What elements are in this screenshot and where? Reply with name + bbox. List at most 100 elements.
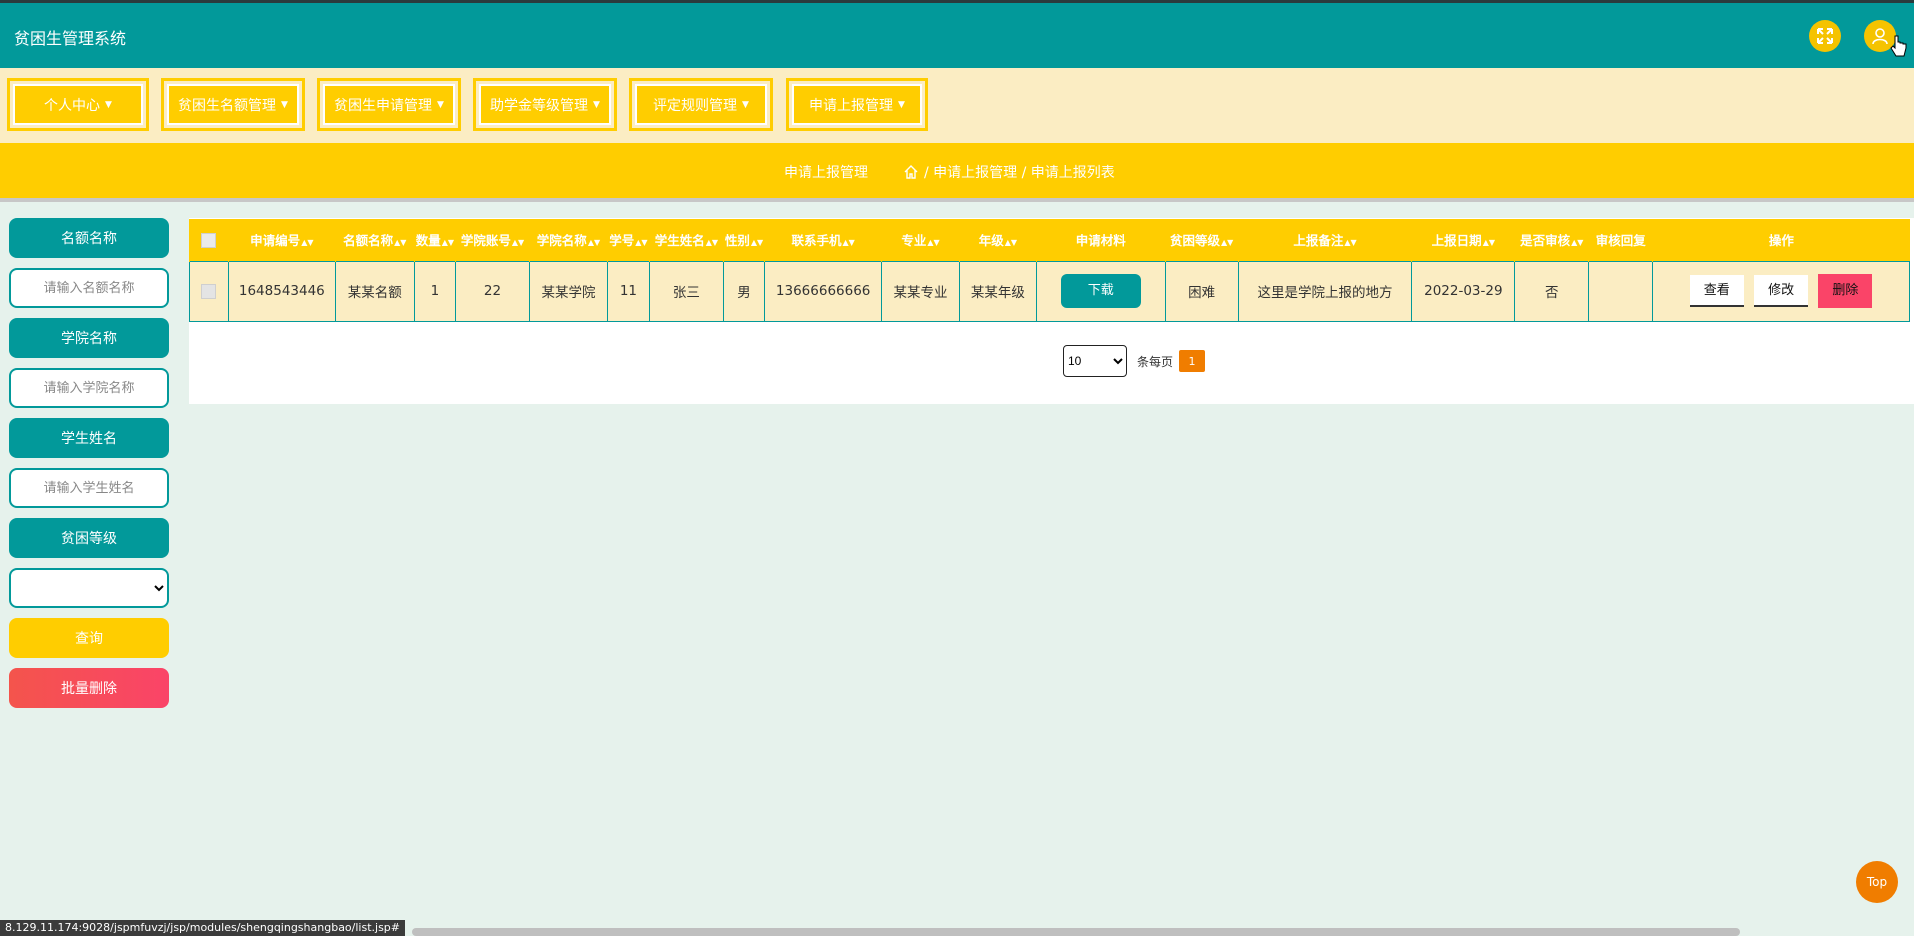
- menu-item-report[interactable]: 申请上报管理 ▼: [786, 78, 928, 131]
- column-header: 审核回复: [1588, 219, 1653, 261]
- select-all-checkbox[interactable]: [201, 232, 217, 248]
- sort-icon: ▲▼: [587, 238, 601, 248]
- per-page-label: 条每页: [1137, 354, 1174, 369]
- sort-icon: ▲▼: [301, 238, 314, 248]
- sort-icon: ▲▼: [1482, 238, 1495, 248]
- edit-button[interactable]: 修改: [1754, 275, 1809, 307]
- quota-name-label: 名额名称: [9, 218, 169, 258]
- cell-grade: 某某年级: [958, 260, 1037, 322]
- view-button[interactable]: 查看: [1689, 275, 1744, 307]
- menu-item-personal-center[interactable]: 个人中心 ▼: [7, 78, 149, 131]
- batch-delete-button[interactable]: 批量删除: [9, 668, 169, 708]
- menu-item-label: 助学金等级管理: [490, 97, 589, 114]
- page-number-button[interactable]: 1: [1179, 350, 1206, 372]
- main-content: 申请编号▲▼ 名额名称▲▼ 数量▲▼ 学院账号▲▼ 学院名称▲▼ 学号▲▼ 学生…: [189, 218, 1914, 404]
- cell-gender: 男: [722, 260, 766, 322]
- column-header: 操作: [1652, 219, 1910, 261]
- column-header[interactable]: 联系手机▲▼: [764, 219, 882, 261]
- sort-icon: ▲▼: [1220, 238, 1234, 248]
- poverty-level-select[interactable]: [9, 568, 169, 608]
- page-title: 申请上报管理: [784, 165, 868, 181]
- page-size-select[interactable]: 10: [1063, 345, 1127, 377]
- student-name-input[interactable]: [9, 468, 169, 508]
- column-header[interactable]: 数量▲▼: [413, 219, 456, 261]
- expand-icon: [1817, 28, 1833, 44]
- column-header[interactable]: 学院账号▲▼: [455, 219, 530, 261]
- sort-icon: ▲▼: [1004, 238, 1018, 248]
- column-header[interactable]: 专业▲▼: [881, 219, 960, 261]
- column-header[interactable]: 上报备注▲▼: [1237, 219, 1412, 261]
- app-title: 贫困生管理系统: [14, 29, 127, 48]
- menu-item-label: 申请上报管理: [809, 97, 894, 114]
- cell-phone: 13666666666: [764, 260, 883, 322]
- horizontal-scrollbar[interactable]: [412, 928, 1740, 936]
- breadcrumb-path[interactable]: / 申请上报管理 / 申请上报列表: [924, 162, 1115, 182]
- menu-item-label: 评定规则管理: [653, 97, 738, 114]
- cell-remark: 这里是学院上报的地方: [1237, 260, 1413, 322]
- nav-menu: 个人中心 ▼ 贫困生名额管理 ▼ 贫困生申请管理 ▼ 助学金等级管理 ▼ 评定规则管理 ▼…: [0, 68, 1914, 143]
- column-header[interactable]: 是否审核▲▼: [1514, 219, 1589, 261]
- query-button[interactable]: 查询: [9, 618, 169, 658]
- cell-major: 某某专业: [881, 260, 960, 322]
- column-header[interactable]: 学号▲▼: [606, 219, 650, 261]
- breadcrumb: / 申请上报管理 / 申请上报列表: [904, 162, 1115, 182]
- sort-icon: ▲▼: [394, 238, 407, 248]
- cell-count: 1: [413, 260, 457, 322]
- caret-down-icon: ▼: [281, 99, 288, 110]
- column-header[interactable]: 上报日期▲▼: [1411, 219, 1515, 261]
- cell-poverty-level: 困难: [1164, 260, 1239, 322]
- college-name-input[interactable]: [9, 368, 169, 408]
- table-header-row: 申请编号▲▼ 名额名称▲▼ 数量▲▼ 学院账号▲▼ 学院名称▲▼ 学号▲▼ 学生…: [189, 219, 1910, 261]
- caret-down-icon: ▼: [593, 99, 600, 110]
- menu-item-quota[interactable]: 贫困生名额管理 ▼: [161, 78, 305, 131]
- row-checkbox[interactable]: [201, 283, 217, 299]
- status-bar-url: 8.129.11.174:9028/jspmfuvzj/jsp/modules/…: [0, 920, 406, 936]
- column-header[interactable]: 学生姓名▲▼: [648, 219, 724, 261]
- menu-item-label: 贫困生申请管理: [334, 97, 433, 114]
- caret-down-icon: ▼: [105, 99, 112, 110]
- menu-item-rules[interactable]: 评定规则管理 ▼: [629, 78, 773, 131]
- hand-cursor-icon: [1890, 35, 1907, 57]
- table-row: 1648543446 某某名额 1 22 某某学院 11 张三 男 136666…: [189, 260, 1910, 322]
- sort-icon: ▲▼: [1344, 238, 1357, 248]
- cell-reviewed: 否: [1514, 260, 1590, 322]
- download-button[interactable]: 下载: [1060, 274, 1141, 308]
- filter-sidebar: 名额名称 学院名称 学生姓名 贫困等级 查询 批量删除: [9, 218, 169, 708]
- caret-down-icon: ▼: [898, 99, 905, 110]
- fullscreen-button[interactable]: [1809, 20, 1841, 52]
- select-all-header[interactable]: [189, 219, 229, 261]
- column-header[interactable]: 年级▲▼: [958, 219, 1037, 261]
- pagination: 10 条每页 1: [1063, 345, 1206, 377]
- user-icon: [1872, 28, 1888, 45]
- student-name-label: 学生姓名: [9, 418, 169, 458]
- column-header[interactable]: 贫困等级▲▼: [1164, 219, 1239, 261]
- home-icon[interactable]: [904, 165, 918, 179]
- menu-item-label: 个人中心: [44, 97, 101, 114]
- college-name-label: 学院名称: [9, 318, 169, 358]
- menu-item-label: 贫困生名额管理: [178, 97, 277, 114]
- column-header[interactable]: 学院名称▲▼: [529, 219, 608, 261]
- row-select-cell[interactable]: [189, 260, 229, 322]
- sort-icon: ▲▼: [705, 238, 719, 248]
- caret-down-icon: ▼: [437, 99, 444, 110]
- sort-icon: ▲▼: [927, 238, 940, 248]
- cell-college-account: 22: [455, 260, 530, 322]
- sort-icon: ▲▼: [750, 238, 764, 248]
- sort-icon: ▲▼: [441, 238, 455, 248]
- cell-application-id: 1648543446: [227, 260, 336, 322]
- column-header[interactable]: 申请编号▲▼: [227, 219, 336, 261]
- column-header[interactable]: 性别▲▼: [722, 219, 765, 261]
- cell-reply: [1588, 260, 1654, 322]
- menu-item-application[interactable]: 贫困生申请管理 ▼: [317, 78, 461, 131]
- quota-name-input[interactable]: [9, 268, 169, 308]
- column-header[interactable]: 名额名称▲▼: [334, 219, 415, 261]
- menu-item-grant-level[interactable]: 助学金等级管理 ▼: [473, 78, 617, 131]
- cell-actions: 查看 修改 删除: [1652, 260, 1910, 322]
- breadcrumb-bar: 申请上报管理 / 申请上报管理 / 申请上报列表: [0, 143, 1914, 202]
- delete-button[interactable]: 删除: [1818, 274, 1873, 308]
- cell-quota-name: 某某名额: [334, 260, 415, 322]
- back-to-top-button[interactable]: Top: [1856, 861, 1898, 903]
- cell-student-name: 张三: [648, 260, 724, 322]
- cell-material: 下载: [1035, 260, 1166, 322]
- sort-icon: ▲▼: [842, 238, 855, 248]
